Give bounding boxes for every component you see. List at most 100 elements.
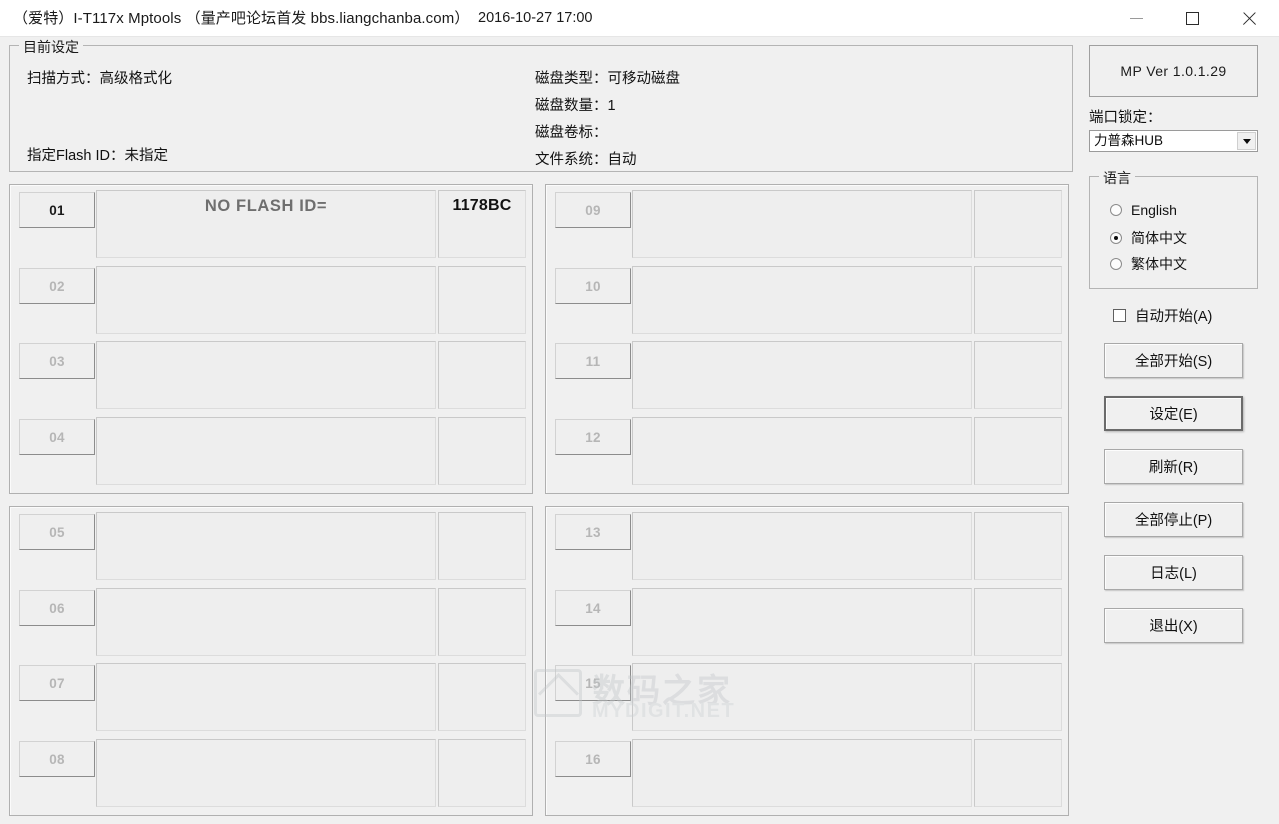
- settings-button[interactable]: 设定(E): [1104, 396, 1243, 431]
- slot-row: 04: [10, 414, 534, 490]
- slot-row: 14: [546, 585, 1070, 661]
- auto-start-checkbox[interactable]: 自动开始(A): [1113, 305, 1212, 326]
- slot-number-button-04[interactable]: 04: [19, 419, 95, 455]
- slot-capacity-16: [974, 739, 1062, 807]
- slot-row: 06: [10, 585, 534, 661]
- current-settings-group: 目前设定 扫描方式：高级格式化 指定Flash ID：未指定 磁盘类型：可移动磁…: [9, 37, 1073, 172]
- slot-number-button-02[interactable]: 02: [19, 268, 95, 304]
- radio-icon-selected: [1110, 232, 1122, 244]
- slot-row: 03: [10, 338, 534, 414]
- slot-number-button-05[interactable]: 05: [19, 514, 95, 550]
- slot-row: 15: [546, 660, 1070, 736]
- language-group: 语言 English 简体中文 繁体中文: [1089, 168, 1258, 289]
- slot-capacity-12: [974, 417, 1062, 485]
- version-display: MP Ver 1.0.1.29: [1089, 45, 1258, 97]
- slot-capacity-06: [438, 588, 526, 656]
- slot-capacity-05: [438, 512, 526, 580]
- slot-status-04: [96, 417, 436, 485]
- slot-capacity-10: [974, 266, 1062, 334]
- slot-status-01: NO FLASH ID=: [96, 190, 436, 258]
- flash-id-text: 指定Flash ID：未指定: [27, 148, 168, 164]
- port-lock-value: 力普森HUB: [1094, 133, 1164, 148]
- slot-capacity-08: [438, 739, 526, 807]
- slot-number-button-10[interactable]: 10: [555, 268, 631, 304]
- slot-number-button-14[interactable]: 14: [555, 590, 631, 626]
- slot-status-11: [632, 341, 972, 409]
- radio-language-simplified-chinese[interactable]: 简体中文: [1110, 228, 1187, 248]
- slot-number-button-01[interactable]: 01: [19, 192, 95, 228]
- disk-type-text: 磁盘类型：可移动磁盘: [535, 71, 680, 87]
- slot-status-13: [632, 512, 972, 580]
- slot-status-06: [96, 588, 436, 656]
- title-bar: （爱特）I-T117x Mptools （量产吧论坛首发 bbs.liangch…: [0, 0, 1279, 37]
- window-datetime: 2016-10-27 17:00: [478, 10, 593, 26]
- file-system-text: 文件系统：自动: [535, 152, 637, 168]
- slot-status-05: [96, 512, 436, 580]
- slot-number-button-03[interactable]: 03: [19, 343, 95, 379]
- slot-status-12: [632, 417, 972, 485]
- chevron-down-icon[interactable]: [1237, 132, 1256, 150]
- scan-mode-text: 扫描方式：高级格式化: [27, 71, 172, 87]
- slot-row: 09: [546, 187, 1070, 263]
- slot-number-button-06[interactable]: 06: [19, 590, 95, 626]
- minimize-button[interactable]: [1113, 0, 1159, 37]
- slot-status-07: [96, 663, 436, 731]
- slot-number-button-11[interactable]: 11: [555, 343, 631, 379]
- slot-capacity-07: [438, 663, 526, 731]
- maximize-button[interactable]: [1169, 0, 1215, 37]
- slot-row: 02: [10, 263, 534, 339]
- radio-icon: [1110, 258, 1122, 270]
- window-title: （爱特）I-T117x Mptools （量产吧论坛首发 bbs.liangch…: [13, 10, 470, 27]
- slot-status-14: [632, 588, 972, 656]
- start-all-button[interactable]: 全部开始(S): [1104, 343, 1243, 378]
- slot-row: 10: [546, 263, 1070, 339]
- language-group-label: 语言: [1099, 168, 1135, 188]
- slot-number-button-12[interactable]: 12: [555, 419, 631, 455]
- slot-panel-9-12: 09 10 11 12: [545, 184, 1069, 494]
- radio-language-traditional-chinese[interactable]: 繁体中文: [1110, 254, 1187, 274]
- slot-capacity-15: [974, 663, 1062, 731]
- slot-status-02: [96, 266, 436, 334]
- radio-language-english[interactable]: English: [1110, 202, 1177, 218]
- slot-status-15: [632, 663, 972, 731]
- slot-status-09: [632, 190, 972, 258]
- checkbox-icon: [1113, 309, 1126, 322]
- slot-number-button-15[interactable]: 15: [555, 665, 631, 701]
- slot-row: 07: [10, 660, 534, 736]
- refresh-button[interactable]: 刷新(R): [1104, 449, 1243, 484]
- radio-label: 简体中文: [1131, 230, 1187, 246]
- exit-button[interactable]: 退出(X): [1104, 608, 1243, 643]
- minimize-icon: [1129, 18, 1143, 19]
- slot-row: 11: [546, 338, 1070, 414]
- slot-number-button-13[interactable]: 13: [555, 514, 631, 550]
- slot-number-button-07[interactable]: 07: [19, 665, 95, 701]
- slot-number-button-08[interactable]: 08: [19, 741, 95, 777]
- log-button[interactable]: 日志(L): [1104, 555, 1243, 590]
- slot-number-button-09[interactable]: 09: [555, 192, 631, 228]
- radio-label: 繁体中文: [1131, 256, 1187, 272]
- slot-capacity-13: [974, 512, 1062, 580]
- slot-row: 16: [546, 736, 1070, 812]
- radio-label: English: [1131, 202, 1177, 218]
- slot-capacity-01: 1178BC: [438, 190, 526, 258]
- slot-row: 08: [10, 736, 534, 812]
- current-settings-label: 目前设定: [19, 37, 83, 57]
- slot-row: 12: [546, 414, 1070, 490]
- maximize-icon: [1185, 12, 1199, 25]
- slot-status-08: [96, 739, 436, 807]
- application-window: （爱特）I-T117x Mptools （量产吧论坛首发 bbs.liangch…: [0, 0, 1279, 824]
- slot-row: 01 NO FLASH ID= 1178BC: [10, 187, 534, 263]
- slot-panel-1-4: 01 NO FLASH ID= 1178BC 02 03 04: [9, 184, 533, 494]
- slot-capacity-09: [974, 190, 1062, 258]
- slot-panel-5-8: 05 06 07 08: [9, 506, 533, 816]
- slot-number-button-16[interactable]: 16: [555, 741, 631, 777]
- radio-icon: [1110, 204, 1122, 216]
- close-button[interactable]: [1226, 0, 1272, 37]
- slot-capacity-03: [438, 341, 526, 409]
- slot-status-10: [632, 266, 972, 334]
- slot-capacity-14: [974, 588, 1062, 656]
- disk-label-text: 磁盘卷标：: [535, 125, 608, 141]
- slot-panel-13-16: 13 14 15 16: [545, 506, 1069, 816]
- port-lock-select[interactable]: 力普森HUB: [1089, 130, 1258, 152]
- stop-all-button[interactable]: 全部停止(P): [1104, 502, 1243, 537]
